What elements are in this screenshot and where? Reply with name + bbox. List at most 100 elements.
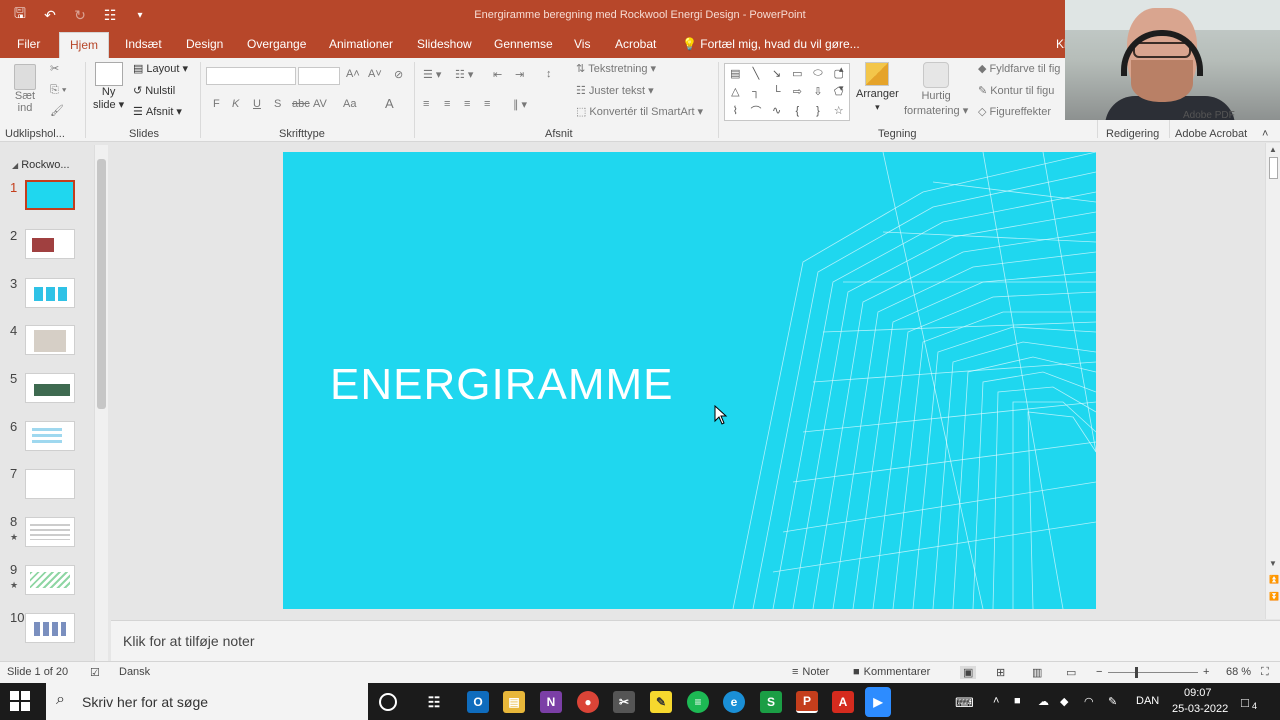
font-size-dropdown[interactable] [298, 67, 340, 85]
powerpoint-icon[interactable]: P [796, 691, 818, 713]
change-case-button[interactable]: Aa [343, 98, 356, 110]
text-direction-button[interactable]: ⇅ Tekstretning ▾ [576, 62, 656, 76]
sticky-notes-icon[interactable]: ✎ [650, 691, 672, 713]
onenote-icon[interactable]: N [540, 691, 562, 713]
shape-effects-button[interactable]: ◇ Figureffekter [978, 105, 1051, 119]
zoom-app-icon[interactable]: ▶ [865, 687, 891, 717]
line-shape-icon[interactable]: ╲ [746, 64, 767, 83]
layout-button[interactable]: ▤ Layout ▾ [133, 62, 188, 76]
align-center-icon[interactable]: ≡ [444, 98, 450, 110]
pen-workspace-icon[interactable]: ✎ [1108, 695, 1117, 708]
task-view-icon[interactable]: ☷ [423, 691, 445, 713]
acrobat-icon[interactable]: A [832, 691, 854, 713]
action-center-icon[interactable]: □ [1241, 695, 1249, 710]
right-brace-icon[interactable]: } [808, 101, 829, 120]
align-left-icon[interactable]: ≡ [423, 98, 429, 110]
copy-icon[interactable]: ⎘ ▾ [50, 84, 66, 97]
elbow-connector-icon[interactable]: ┐ [746, 83, 767, 102]
language-indicator[interactable]: Dansk [119, 666, 150, 678]
tab-gennemse[interactable]: Gennemse [488, 32, 559, 58]
line-spacing-icon[interactable]: ↕ [546, 68, 552, 80]
normal-view-icon[interactable]: ▣ [960, 666, 977, 679]
underline-button[interactable]: U [253, 98, 261, 110]
arrow-shape-icon[interactable]: ↘ [766, 64, 787, 83]
curve-shape-icon[interactable]: ∿ [766, 101, 787, 120]
scroll-down-icon[interactable]: ▼ [1269, 559, 1277, 568]
fit-to-window-icon[interactable]: ⛶ [1261, 666, 1269, 679]
clock-date[interactable]: 25-03-2022 [1172, 703, 1228, 715]
tab-design[interactable]: Design [180, 32, 229, 58]
slide-sorter-icon[interactable]: ⊞ [996, 666, 1005, 679]
align-right-icon[interactable]: ≡ [464, 98, 470, 110]
tab-animationer[interactable]: Animationer [323, 32, 399, 58]
outlook-icon[interactable]: O [467, 691, 489, 713]
slide-thumbnail-6[interactable] [25, 421, 75, 451]
network-adapter-icon[interactable]: ⌨ [955, 695, 974, 711]
scroll-up-icon[interactable]: ▲ [1269, 145, 1277, 154]
format-painter-icon[interactable]: 🖌 [50, 104, 64, 117]
tab-filer[interactable]: Filer [11, 32, 46, 58]
decrease-indent-icon[interactable]: ⇤ [493, 68, 502, 81]
grow-font-icon[interactable]: A˄ [346, 68, 360, 80]
columns-icon[interactable]: ∥ ▾ [513, 98, 527, 111]
slide-title[interactable]: ENERGIRAMME [330, 360, 673, 410]
edge-icon[interactable]: e [723, 691, 745, 713]
spotify-icon[interactable]: ≡ [687, 691, 709, 713]
collapse-ribbon-icon[interactable]: ˄ [1262, 128, 1268, 140]
scrollbar-thumb[interactable] [1269, 157, 1278, 179]
shadow-button[interactable]: S [274, 98, 281, 110]
paste-button[interactable]: Sæt ind [14, 64, 36, 114]
clear-formatting-icon[interactable]: ⊘ [394, 68, 403, 81]
slide-thumbnail-1[interactable] [25, 180, 75, 210]
convert-smartart-button[interactable]: ⬚ Konvertér til SmartArt ▾ [576, 105, 703, 119]
chrome-icon[interactable]: ● [577, 691, 599, 713]
dropbox-icon[interactable]: ◆ [1060, 695, 1068, 708]
tab-vis[interactable]: Vis [568, 32, 596, 58]
bold-button[interactable]: F [213, 98, 220, 110]
cut-icon[interactable]: ✂ [50, 62, 59, 75]
slide-thumbnail-3[interactable] [25, 278, 75, 308]
tab-overgange[interactable]: Overgange [241, 32, 312, 58]
shapes-gallery[interactable]: ▤ ╲ ↘ ▭ ⬭ ▢ △ ┐ └ ⇨ ⇩ ⬠ ⌇ ⌒ ∿ { } ☆ [724, 63, 850, 121]
quick-styles-button[interactable]: Hurtig formatering ▾ [904, 62, 968, 117]
language-indicator-tray[interactable]: DAN [1136, 695, 1159, 707]
font-color-button[interactable]: A [385, 96, 394, 111]
onedrive-icon[interactable]: ☁ [1038, 695, 1049, 708]
section-button[interactable]: ☰ Afsnit ▾ [133, 105, 182, 119]
freeform-shape-icon[interactable]: ⌇ [725, 101, 746, 120]
comments-toggle-button[interactable]: ■ Kommentarer [853, 666, 930, 678]
down-arrow-shape-icon[interactable]: ⇩ [808, 83, 829, 102]
wifi-icon[interactable]: ◠ [1084, 695, 1094, 708]
left-brace-icon[interactable]: { [787, 101, 808, 120]
clock-time[interactable]: 09:07 [1184, 687, 1212, 699]
slide-thumbnail-5[interactable] [25, 373, 75, 403]
shrink-font-icon[interactable]: A˅ [368, 68, 382, 80]
star-shape-icon[interactable]: ☆ [828, 101, 849, 120]
slide-thumbnail-8[interactable] [25, 517, 75, 547]
previous-slide-icon[interactable]: ⏫ [1269, 575, 1279, 584]
new-slide-button[interactable]: Ny slide ▾ [93, 62, 124, 111]
slideshow-view-icon[interactable]: ▭ [1066, 666, 1076, 679]
numbering-icon[interactable]: ☷ ▾ [455, 68, 473, 81]
tray-app-icon[interactable]: ■ [1014, 695, 1021, 707]
tell-me-box[interactable]: 💡 Fortæl mig, hvad du vil gøre... [676, 32, 866, 58]
strikethrough-button[interactable]: abc [292, 98, 310, 110]
shapes-scroll[interactable]: ▴ ▾ [839, 64, 844, 94]
triangle-shape-icon[interactable]: △ [725, 83, 746, 102]
italic-button[interactable]: K [232, 98, 239, 110]
right-arrow-shape-icon[interactable]: ⇨ [787, 83, 808, 102]
slide-thumbnail-2[interactable] [25, 229, 75, 259]
arc-shape-icon[interactable]: ⌒ [746, 101, 767, 120]
file-explorer-icon[interactable]: ▤ [503, 691, 525, 713]
justify-icon[interactable]: ≡ [484, 98, 490, 110]
notes-toggle-button[interactable]: ≡ Noter [792, 666, 829, 678]
snipping-tool-icon[interactable]: ✂ [613, 691, 635, 713]
scrollbar-thumb[interactable] [97, 159, 106, 409]
slide-thumbnail-4[interactable] [25, 325, 75, 355]
tab-hjem[interactable]: Hjem [59, 32, 110, 58]
notes-placeholder[interactable]: Klik for at tilføje noter [123, 633, 255, 649]
shape-outline-button[interactable]: ✎ Kontur til figu [978, 84, 1054, 98]
align-text-button[interactable]: ☷ Juster tekst ▾ [576, 84, 654, 98]
spellcheck-icon[interactable]: ☑ [90, 666, 100, 679]
next-slide-icon[interactable]: ⏬ [1269, 592, 1279, 601]
